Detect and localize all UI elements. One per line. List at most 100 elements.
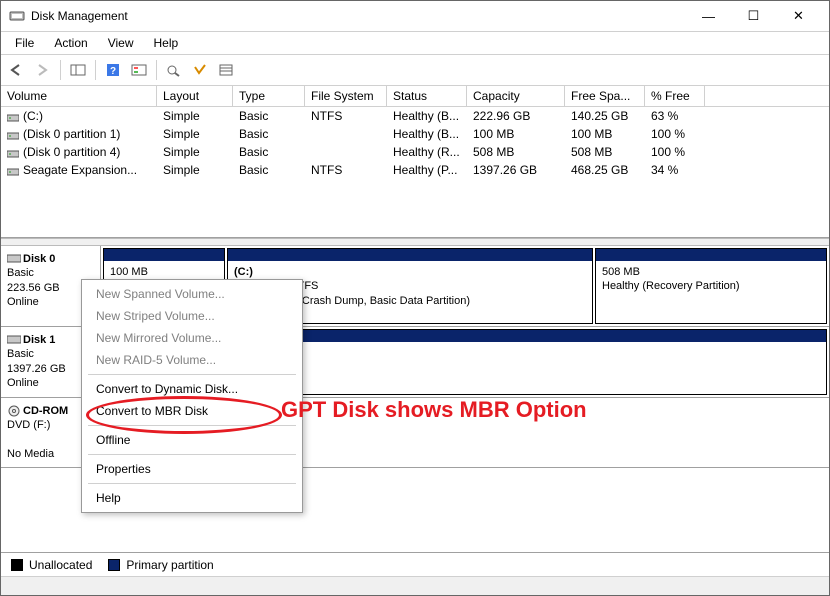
volume-capacity: 1397.26 GB <box>467 162 565 178</box>
primary-swatch <box>108 559 120 571</box>
volume-status: Healthy (B... <box>387 108 467 124</box>
volume-row[interactable]: (Disk 0 partition 4)SimpleBasicHealthy (… <box>1 143 829 161</box>
menu-offline[interactable]: Offline <box>82 429 302 451</box>
partition-line1: 508 MB <box>602 266 640 278</box>
volume-pct: 100 % <box>645 126 705 142</box>
menu-separator <box>88 374 296 375</box>
volume-fs <box>305 133 387 135</box>
partition[interactable]: 508 MB Healthy (Recovery Partition) <box>595 248 827 324</box>
toolbar-separator <box>156 60 157 80</box>
disk-management-window: Disk Management — ☐ ✕ File Action View H… <box>0 0 830 596</box>
maximize-button[interactable]: ☐ <box>731 1 776 31</box>
legend-unallocated: Unallocated <box>11 558 92 572</box>
menu-new-mirrored: New Mirrored Volume... <box>82 327 302 349</box>
volume-pct: 100 % <box>645 144 705 160</box>
toolbar-separator <box>95 60 96 80</box>
svg-text:?: ? <box>110 66 116 77</box>
window-buttons: — ☐ ✕ <box>686 1 821 31</box>
volume-type: Basic <box>233 108 305 124</box>
menu-view[interactable]: View <box>98 34 144 52</box>
volume-layout: Simple <box>157 108 233 124</box>
partition-header-bar <box>228 249 592 261</box>
volume-row[interactable]: (Disk 0 partition 1)SimpleBasicHealthy (… <box>1 125 829 143</box>
toolbar: ? <box>1 55 829 86</box>
volume-fs: NTFS <box>305 162 387 178</box>
legend-unallocated-label: Unallocated <box>29 558 92 572</box>
menu-action[interactable]: Action <box>44 34 97 52</box>
volume-list-header: Volume Layout Type File System Status Ca… <box>1 86 829 107</box>
col-layout[interactable]: Layout <box>157 86 233 106</box>
drive-icon <box>7 112 19 122</box>
menu-help[interactable]: Help <box>144 34 189 52</box>
titlebar: Disk Management — ☐ ✕ <box>1 1 829 32</box>
col-status[interactable]: Status <box>387 86 467 106</box>
menu-help[interactable]: Help <box>82 487 302 509</box>
volume-capacity: 508 MB <box>467 144 565 160</box>
col-type[interactable]: Type <box>233 86 305 106</box>
partition-header-bar <box>104 249 224 261</box>
volume-free: 468.25 GB <box>565 162 645 178</box>
volume-free: 100 MB <box>565 126 645 142</box>
disk-title: CD-ROM <box>23 405 68 417</box>
menu-separator <box>88 425 296 426</box>
drive-icon <box>7 148 19 158</box>
volume-status: Healthy (P... <box>387 162 467 178</box>
show-hide-console-tree-button[interactable] <box>66 58 90 82</box>
partition-line2: Healthy (Recovery Partition) <box>602 280 740 292</box>
list-button[interactable] <box>214 58 238 82</box>
disk-title: Disk 0 <box>23 253 55 265</box>
volume-pct: 34 % <box>645 162 705 178</box>
drive-icon <box>7 130 19 140</box>
menu-file[interactable]: File <box>5 34 44 52</box>
menu-separator <box>88 454 296 455</box>
menu-new-striped: New Striped Volume... <box>82 305 302 327</box>
col-filesystem[interactable]: File System <box>305 86 387 106</box>
splitter[interactable] <box>1 238 829 246</box>
volume-name: (Disk 0 partition 4) <box>23 145 120 159</box>
menu-convert-mbr[interactable]: Convert to MBR Disk <box>82 400 302 422</box>
col-pctfree[interactable]: % Free <box>645 86 705 106</box>
legend-primary-label: Primary partition <box>126 558 213 572</box>
volume-name: (Disk 0 partition 1) <box>23 127 120 141</box>
col-freespace[interactable]: Free Spa... <box>565 86 645 106</box>
volume-fs <box>305 151 387 153</box>
volume-row[interactable]: (C:)SimpleBasicNTFSHealthy (B...222.96 G… <box>1 107 829 125</box>
menu-new-spanned: New Spanned Volume... <box>82 283 302 305</box>
disk-management-icon <box>9 8 25 24</box>
legend: Unallocated Primary partition <box>1 552 829 577</box>
volume-list-rows[interactable]: (C:)SimpleBasicNTFSHealthy (B...222.96 G… <box>1 107 829 237</box>
menu-convert-dynamic[interactable]: Convert to Dynamic Disk... <box>82 378 302 400</box>
help-button[interactable]: ? <box>101 58 125 82</box>
disk-title: Disk 1 <box>23 334 55 346</box>
volume-free: 140.25 GB <box>565 108 645 124</box>
back-button[interactable] <box>5 58 29 82</box>
volume-pct: 63 % <box>645 108 705 124</box>
refresh-button[interactable] <box>162 58 186 82</box>
volume-row[interactable]: Seagate Expansion...SimpleBasicNTFSHealt… <box>1 161 829 179</box>
volume-type: Basic <box>233 162 305 178</box>
drive-icon <box>7 166 19 176</box>
disk-status: Online <box>7 377 39 389</box>
legend-primary: Primary partition <box>108 558 213 572</box>
volume-fs: NTFS <box>305 108 387 124</box>
menu-properties[interactable]: Properties <box>82 458 302 480</box>
volume-layout: Simple <box>157 126 233 142</box>
disk-type: Basic <box>7 267 34 279</box>
menu-separator <box>88 483 296 484</box>
settings-button[interactable] <box>127 58 151 82</box>
minimize-button[interactable]: — <box>686 1 731 31</box>
col-capacity[interactable]: Capacity <box>467 86 565 106</box>
col-volume[interactable]: Volume <box>1 86 157 106</box>
volume-type: Basic <box>233 144 305 160</box>
volume-status: Healthy (B... <box>387 126 467 142</box>
partition-label: (C:) <box>234 266 253 278</box>
statusbar <box>1 576 829 595</box>
disk-status: Online <box>7 296 39 308</box>
forward-button[interactable] <box>31 58 55 82</box>
unallocated-swatch <box>11 559 23 571</box>
volume-name: (C:) <box>23 109 43 123</box>
close-button[interactable]: ✕ <box>776 1 821 31</box>
partition-body: 508 MB Healthy (Recovery Partition) <box>596 261 826 323</box>
rescan-button[interactable] <box>188 58 212 82</box>
partition-line1: 100 MB <box>110 266 148 278</box>
